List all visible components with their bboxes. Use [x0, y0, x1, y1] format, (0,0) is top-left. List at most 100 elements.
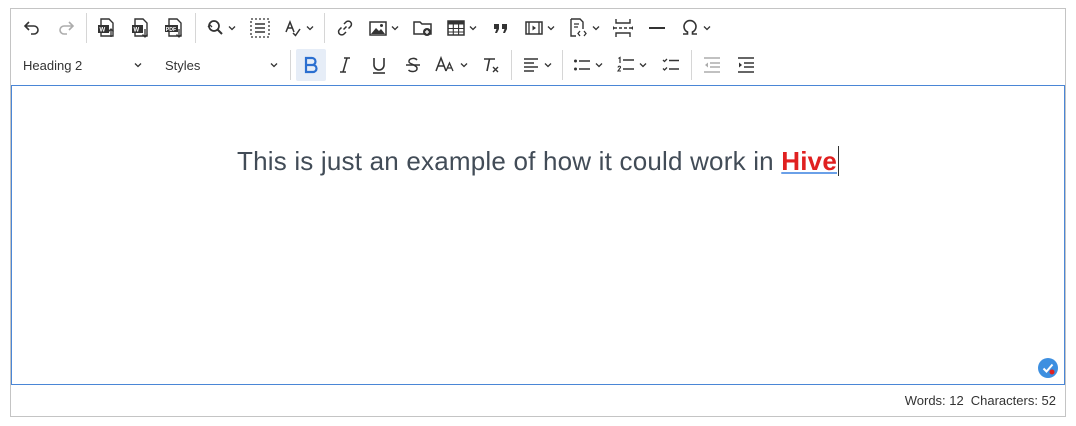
chevron-down-icon	[703, 26, 711, 31]
link-button[interactable]	[330, 12, 360, 44]
find-replace-button[interactable]	[201, 12, 241, 44]
highlighted-word: Hive	[781, 146, 837, 176]
editor-toolbar: W W PDF Heading 2 Styles	[11, 9, 1065, 86]
spellcheck-button[interactable]	[279, 12, 319, 44]
toolbar-row-2: Heading 2 Styles	[15, 47, 763, 83]
link-icon	[337, 20, 353, 36]
font-size-icon	[435, 55, 454, 72]
todo-list-button[interactable]	[656, 49, 686, 81]
status-bar: Words: 12 Characters: 52	[11, 385, 1065, 416]
rich-text-editor: W W PDF Heading 2 Styles This is just an…	[10, 8, 1066, 417]
insert-table-button[interactable]	[442, 12, 482, 44]
chevron-down-icon	[270, 63, 278, 68]
chevron-down-icon	[460, 63, 468, 68]
indent-icon	[738, 57, 754, 73]
chevron-down-icon	[595, 63, 603, 68]
table-icon	[447, 20, 465, 36]
export-word-button[interactable]: W	[126, 12, 156, 44]
bold-button[interactable]	[296, 49, 326, 81]
toolbar-separator	[195, 13, 196, 43]
chevron-down-icon	[469, 26, 477, 31]
outdent-button[interactable]	[697, 49, 727, 81]
remove-format-icon	[484, 58, 499, 73]
chevron-down-icon	[134, 63, 142, 68]
find-replace-icon	[207, 20, 223, 35]
redo-icon	[59, 21, 75, 35]
export-pdf-button[interactable]: PDF	[160, 12, 190, 44]
page-break-button[interactable]	[608, 12, 638, 44]
source-code-icon	[570, 18, 587, 37]
media-embed-icon	[525, 21, 543, 35]
spellcheck-icon	[285, 19, 301, 37]
word-count: Words: 12	[904, 393, 964, 408]
svg-text:PDF: PDF	[166, 27, 176, 33]
toolbar-row-1: W W PDF	[15, 10, 718, 46]
toolbar-separator	[86, 13, 87, 43]
media-embed-button[interactable]	[520, 12, 560, 44]
file-manager-button[interactable]	[408, 12, 438, 44]
todo-list-icon	[662, 58, 679, 71]
font-size-button[interactable]	[432, 49, 472, 81]
italic-icon	[340, 57, 350, 73]
indent-button[interactable]	[731, 49, 761, 81]
remove-format-button[interactable]	[476, 49, 506, 81]
export-pdf-icon: PDF	[165, 18, 182, 38]
horizontal-line-icon	[649, 27, 665, 29]
file-manager-icon	[413, 21, 432, 36]
select-all-button[interactable]	[245, 12, 275, 44]
insert-image-button[interactable]	[364, 12, 404, 44]
special-characters-icon	[683, 19, 697, 35]
bulleted-list-button[interactable]	[568, 49, 608, 81]
redo-button[interactable]	[51, 12, 81, 44]
strikethrough-button[interactable]	[398, 49, 428, 81]
heading-select[interactable]: Heading 2	[15, 49, 151, 81]
select-all-icon	[250, 18, 270, 38]
page-break-icon	[613, 19, 633, 37]
numbered-list-icon	[616, 56, 634, 72]
undo-icon	[23, 21, 39, 35]
import-word-icon: W	[98, 18, 114, 37]
bulleted-list-icon	[574, 59, 590, 71]
image-icon	[369, 21, 387, 36]
spellcheck-badge[interactable]	[1038, 358, 1058, 378]
chevron-down-icon	[391, 26, 399, 31]
toolbar-separator	[324, 13, 325, 43]
blockquote-button[interactable]	[486, 12, 516, 44]
chevron-down-icon	[639, 63, 647, 68]
strikethrough-icon	[406, 57, 420, 73]
source-code-button[interactable]	[564, 12, 604, 44]
editing-area[interactable]: This is just an example of how it could …	[11, 85, 1065, 385]
spellcheck-badge-icon	[1042, 363, 1055, 375]
svg-text:W: W	[134, 28, 140, 34]
chevron-down-icon	[544, 63, 552, 68]
horizontal-line-button[interactable]	[642, 12, 672, 44]
chevron-down-icon	[228, 26, 236, 31]
align-button[interactable]	[517, 49, 557, 81]
styles-select-value: Styles	[165, 57, 201, 73]
heading-select-value: Heading 2	[23, 57, 83, 73]
bold-icon	[304, 56, 318, 74]
document-heading[interactable]: This is just an example of how it could …	[12, 146, 1064, 177]
chevron-down-icon	[592, 26, 600, 31]
special-characters-button[interactable]	[676, 12, 716, 44]
character-count: Characters: 52	[970, 393, 1056, 408]
toolbar-separator	[290, 50, 291, 80]
numbered-list-button[interactable]	[612, 49, 652, 81]
italic-button[interactable]	[330, 49, 360, 81]
heading-text: This is just an example of how it could …	[236, 146, 782, 176]
export-word-icon: W	[132, 18, 148, 38]
text-caret	[838, 146, 839, 176]
import-word-button[interactable]: W	[92, 12, 122, 44]
toolbar-separator	[562, 50, 563, 80]
chevron-down-icon	[547, 26, 555, 31]
svg-text:W: W	[100, 28, 106, 34]
toolbar-separator	[511, 50, 512, 80]
outdent-icon	[704, 57, 720, 73]
underline-button[interactable]	[364, 49, 394, 81]
styles-select[interactable]: Styles	[157, 49, 287, 81]
chevron-down-icon	[306, 26, 314, 31]
toolbar-separator	[691, 50, 692, 80]
undo-button[interactable]	[17, 12, 47, 44]
align-icon	[524, 58, 538, 72]
underline-icon	[373, 58, 385, 74]
